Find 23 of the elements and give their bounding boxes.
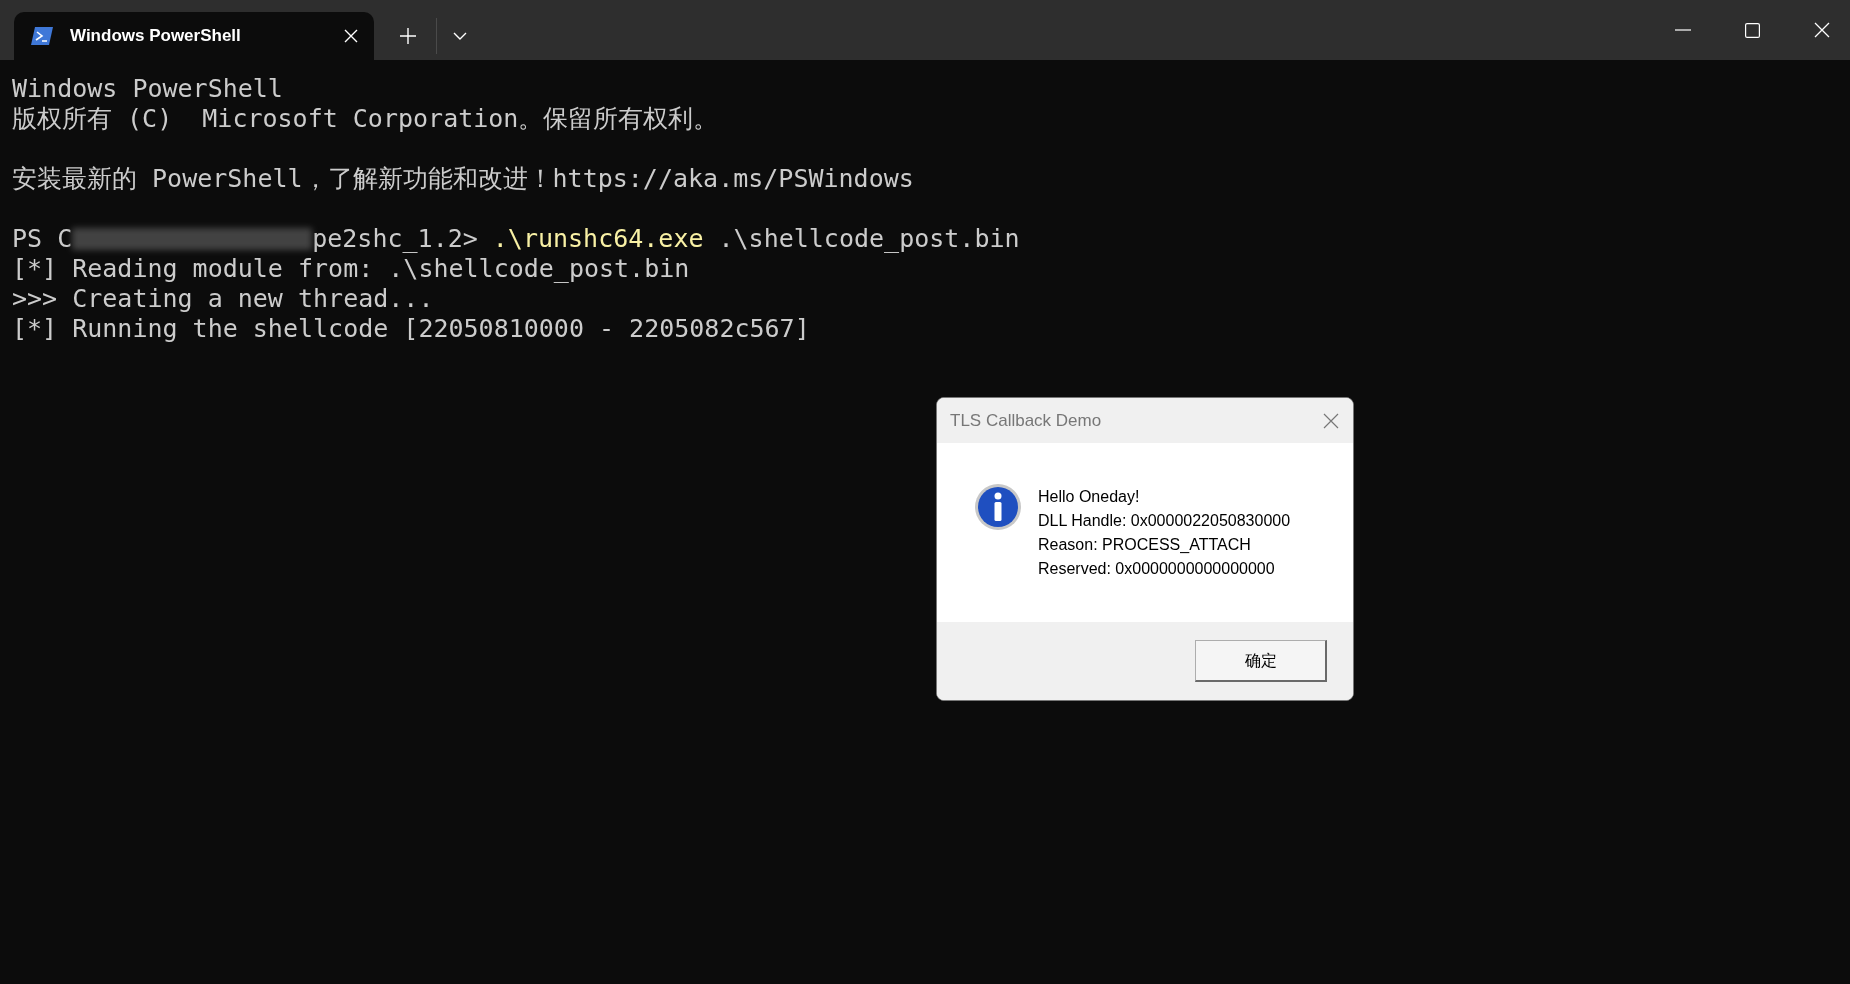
maximize-icon[interactable] xyxy=(1745,22,1760,38)
message-text: Hello Oneday! xyxy=(1038,487,1141,507)
terminal-prompt-icon xyxy=(30,26,54,46)
info-icon xyxy=(974,483,1022,531)
prompt-text: PS C xyxy=(12,224,73,254)
command-argument: .\shellcode_post.bin xyxy=(718,224,1020,254)
terminal-line: [*] Running the shellcode [22050810000 - 2205082c567] xyxy=(12,314,810,343)
command-text: .\runshc64.exe xyxy=(492,224,704,254)
dialog-title: TLS Callback Demo xyxy=(950,409,1103,432)
terminal-line: Windows PowerShell xyxy=(12,74,283,103)
message-text: DLL Handle: 0x0000022050830000 xyxy=(1038,511,1291,531)
ok-button[interactable]: 确定 xyxy=(1195,640,1327,682)
terminal-line: 版权所有 (C) Microsoft Corporation。保留所有权利。 xyxy=(12,104,719,133)
terminal-line: >>> Creating a new thread... xyxy=(12,284,434,313)
chevron-down-icon[interactable] xyxy=(453,32,467,40)
terminal-line: 安装最新的 PowerShell，了解新功能和改进！https://aka.ms/PSWindows xyxy=(12,164,914,193)
tab-title: Windows PowerShell xyxy=(70,25,242,48)
terminal-line: [*] Reading module from: .\shellcode_post.bin xyxy=(12,254,690,283)
prompt-text: pe2shc_1.2> xyxy=(312,224,478,254)
message-text: Reason: PROCESS_ATTACH xyxy=(1038,535,1252,555)
plus-icon[interactable] xyxy=(400,28,416,44)
message-text: Reserved: 0x0000000000000000 xyxy=(1038,559,1276,579)
tab[interactable]: Windows PowerShell xyxy=(14,12,374,60)
